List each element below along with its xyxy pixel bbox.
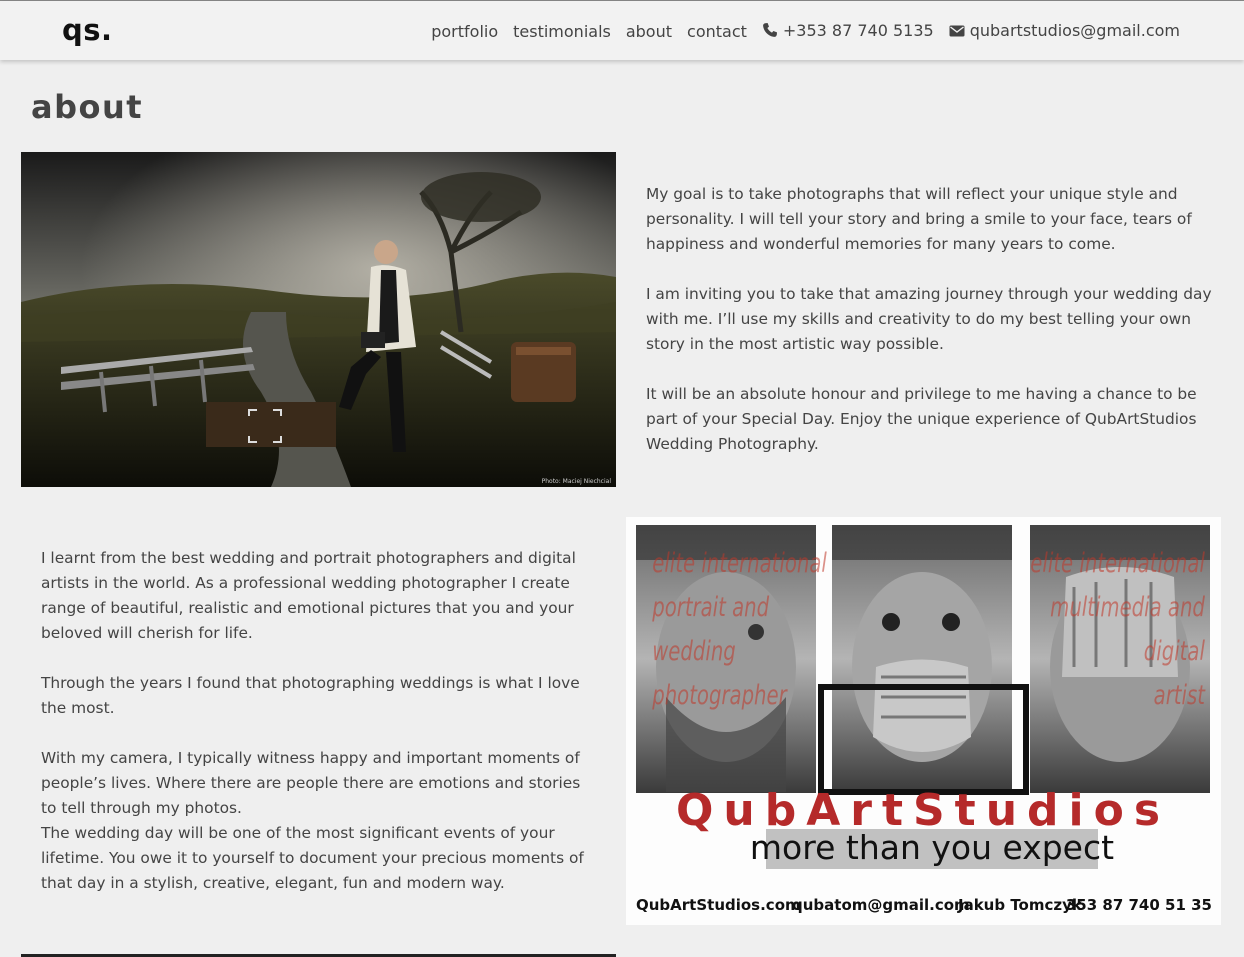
poster-tagline: more than you expect [750,828,1114,867]
poster-website: QubArtStudios.com [636,896,801,914]
story-paragraph-4: The wedding day will be one of the most … [41,824,584,892]
nav-portfolio[interactable]: portfolio [431,22,498,41]
about-intro-text: My goal is to take photographs that will… [646,182,1214,457]
envelope-icon [949,23,965,42]
email-address: qubartstudios@gmail.com [969,21,1180,40]
about-story-text: I learnt from the best wedding and portr… [41,546,596,896]
poster-right-line-3: digital [1144,636,1206,667]
poster-right-line-1: elite international [1030,548,1205,579]
site-logo[interactable]: qs. [62,13,113,47]
poster-right-line-4: artist [1154,680,1206,711]
intro-paragraph-3: It will be an absolute honour and privil… [646,385,1197,453]
phone-number: +353 87 740 5135 [782,21,934,40]
photo-credit: Photo: Maciej Niechcial [542,478,612,485]
qubartstudios-poster: elite international portrait and wedding… [626,517,1221,925]
story-paragraph-1: I learnt from the best wedding and portr… [41,549,576,642]
poster-name: Jakub Tomczyk [957,896,1083,914]
nav-email-link[interactable]: qubartstudios@gmail.com [949,21,1180,42]
poster-email: qubatom@gmail.com [792,896,970,914]
main-nav: portfolio testimonials about contact +35… [431,21,1180,42]
nav-phone-link[interactable]: +353 87 740 5135 [762,21,934,42]
phone-icon [762,22,778,42]
page-title: about [31,88,144,126]
nav-about[interactable]: about [626,22,672,41]
poster-left-line-3: wedding [652,636,736,667]
site-header: qs. portfolio testimonials about contact… [0,1,1244,60]
intro-paragraph-1: My goal is to take photographs that will… [646,185,1192,253]
poster-left-line-2: portrait and [651,592,769,623]
poster-phone: 353 87 740 51 35 [1066,896,1212,914]
poster-right-line-2: multimedia and [1050,592,1205,623]
nav-testimonials[interactable]: testimonials [513,22,611,41]
nav-contact[interactable]: contact [687,22,747,41]
poster-left-line-4: photographer [651,680,788,711]
intro-paragraph-2: I am inviting you to take that amazing j… [646,285,1212,353]
story-paragraph-2: Through the years I found that photograp… [41,674,580,717]
story-paragraph-3: With my camera, I typically witness happ… [41,749,581,817]
poster-left-line-1: elite international [652,548,827,579]
photographer-portrait-photo: Photo: Maciej Niechcial [21,152,616,487]
